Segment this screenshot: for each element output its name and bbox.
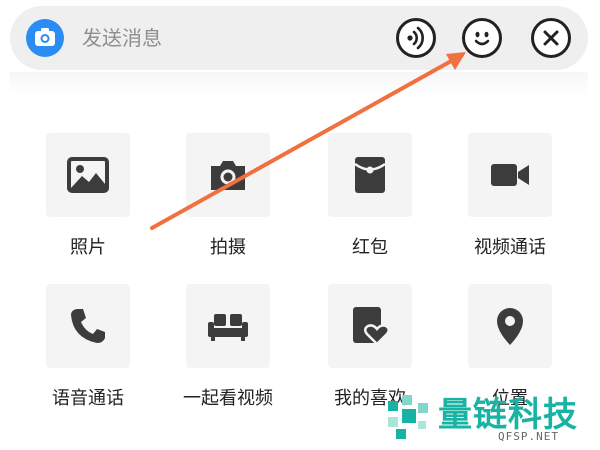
watch-together-tile[interactable] (186, 284, 270, 368)
location-pin-icon (497, 308, 523, 345)
photo-label: 照片 (70, 237, 106, 258)
close-button[interactable] (531, 18, 571, 58)
watermark: 量链科技 QFSP.NET (378, 383, 600, 450)
favorites-heart-icon (353, 307, 390, 346)
shoot-tile[interactable] (186, 133, 270, 217)
shoot-label: 拍摄 (210, 237, 246, 258)
photo-icon (67, 157, 109, 193)
divider-shadow (10, 72, 588, 96)
voice-call-label: 语音通话 (52, 388, 124, 409)
voice-icon (407, 26, 424, 50)
photo-tile[interactable] (46, 133, 130, 217)
camera-button[interactable] (26, 19, 64, 57)
emoji-button[interactable] (462, 18, 502, 58)
watermark-url: QFSP.NET (498, 430, 559, 443)
my-favorites-tile[interactable] (328, 284, 412, 368)
close-x-icon (543, 30, 559, 46)
message-input[interactable] (82, 22, 382, 54)
red-packet-tile[interactable] (328, 133, 412, 217)
red-packet-icon (354, 157, 386, 193)
sofa-icon (208, 314, 248, 341)
video-camera-icon (491, 164, 529, 186)
camera-icon (211, 161, 245, 190)
phone-icon (71, 309, 105, 343)
video-call-tile[interactable] (468, 133, 552, 217)
red-packet-label: 红包 (352, 237, 388, 258)
location-tile[interactable] (468, 284, 552, 368)
watermark-name: 量链科技 (438, 395, 578, 435)
voice-call-tile[interactable] (46, 284, 130, 368)
smiley-face-icon (474, 31, 490, 46)
voice-button[interactable] (396, 18, 436, 58)
watermark-logo-icon (388, 395, 428, 439)
watch-together-label: 一起看视频 (183, 388, 273, 409)
video-call-label: 视频通话 (474, 237, 546, 258)
message-input-bar (10, 6, 588, 70)
camera-icon (35, 28, 55, 46)
